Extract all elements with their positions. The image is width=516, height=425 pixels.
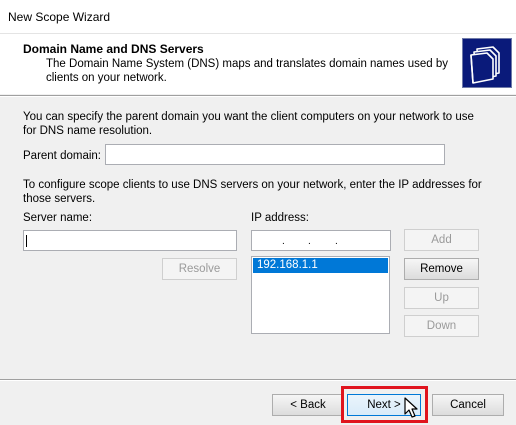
text-caret xyxy=(26,235,27,247)
mouse-pointer-icon xyxy=(404,397,420,419)
ip-address-label: IP address: xyxy=(251,212,309,224)
title-bar: New Scope Wizard xyxy=(0,0,516,34)
server-name-input[interactable] xyxy=(23,230,237,251)
parent-domain-input[interactable] xyxy=(105,144,445,165)
list-item-ip[interactable]: 192.168.1.1 xyxy=(253,258,388,273)
footer-divider xyxy=(0,379,516,381)
wizard-header: Domain Name and DNS Servers The Domain N… xyxy=(0,34,516,94)
add-button[interactable]: Add xyxy=(404,229,479,251)
remove-button[interactable]: Remove xyxy=(404,258,479,280)
page-subtitle: The Domain Name System (DNS) maps and tr… xyxy=(46,58,449,84)
back-button[interactable]: < Back xyxy=(272,394,344,416)
down-button[interactable]: Down xyxy=(404,315,479,337)
dns-servers-description: To configure scope clients to use DNS se… xyxy=(23,179,482,205)
folders-icon xyxy=(462,38,512,88)
up-button[interactable]: Up xyxy=(404,287,479,309)
window-title: New Scope Wizard xyxy=(8,10,111,24)
header-divider xyxy=(0,95,516,97)
ip-address-input[interactable] xyxy=(251,230,391,251)
parent-domain-description: You can specify the parent domain you wa… xyxy=(23,111,474,137)
parent-domain-label: Parent domain: xyxy=(23,150,101,162)
ip-address-list[interactable]: 192.168.1.1 xyxy=(251,256,390,334)
resolve-button[interactable]: Resolve xyxy=(162,258,237,280)
page-title: Domain Name and DNS Servers xyxy=(23,42,204,56)
cancel-button[interactable]: Cancel xyxy=(432,394,504,416)
server-name-label: Server name: xyxy=(23,212,93,224)
